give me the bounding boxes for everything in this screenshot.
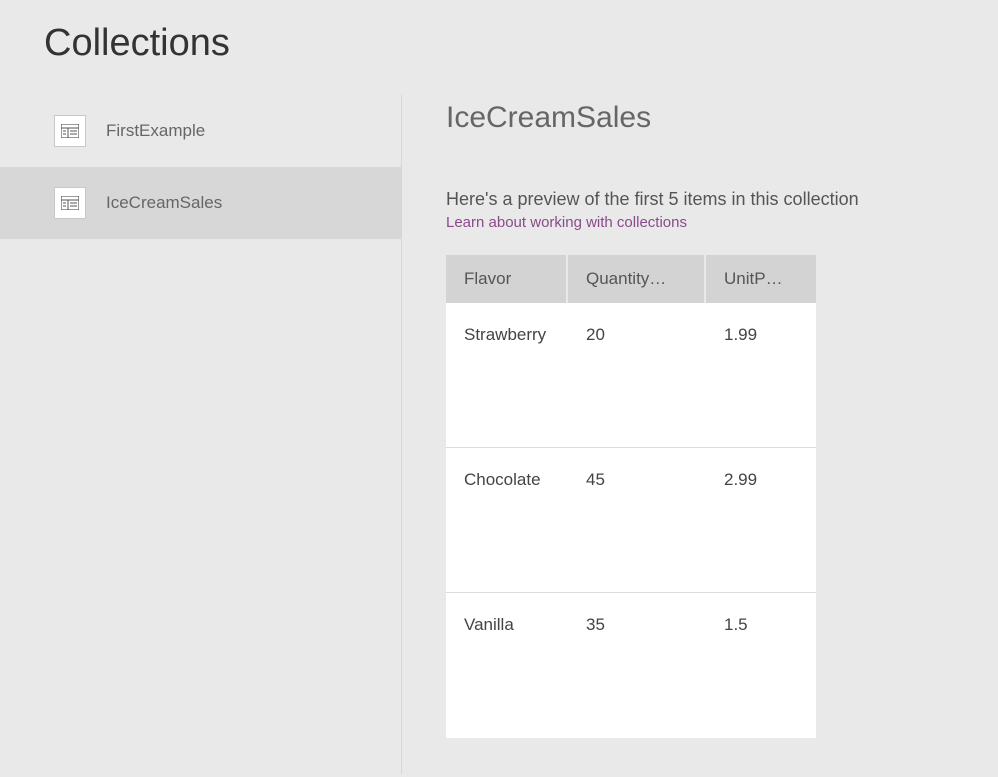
cell-quantity: 45 bbox=[568, 448, 706, 592]
table-header-quantity[interactable]: Quantity… bbox=[568, 255, 706, 303]
table-row[interactable]: Vanilla 35 1.5 bbox=[446, 593, 816, 738]
learn-collections-link[interactable]: Learn about working with collections bbox=[446, 214, 687, 231]
detail-panel: IceCreamSales Here's a preview of the fi… bbox=[402, 95, 998, 774]
collection-icon bbox=[54, 187, 86, 219]
table-header-flavor[interactable]: Flavor bbox=[446, 255, 568, 303]
page-title: Collections bbox=[0, 0, 998, 95]
collection-title: IceCreamSales bbox=[446, 101, 998, 135]
cell-flavor: Chocolate bbox=[446, 448, 568, 592]
sidebar-item-icecreamsales[interactable]: IceCreamSales bbox=[0, 167, 401, 239]
cell-unitprice: 1.5 bbox=[706, 593, 816, 738]
collections-sidebar: FirstExample IceCreamSales bbox=[0, 95, 402, 774]
table-header-unitprice[interactable]: UnitP… bbox=[706, 255, 816, 303]
cell-unitprice: 2.99 bbox=[706, 448, 816, 592]
table-row[interactable]: Chocolate 45 2.99 bbox=[446, 448, 816, 593]
cell-flavor: Vanilla bbox=[446, 593, 568, 738]
data-table: Flavor Quantity… UnitP… Strawberry 20 1.… bbox=[446, 255, 816, 738]
cell-flavor: Strawberry bbox=[446, 303, 568, 447]
sidebar-item-label: FirstExample bbox=[106, 121, 205, 141]
table-body: Strawberry 20 1.99 Chocolate 45 2.99 Van… bbox=[446, 303, 816, 738]
cell-unitprice: 1.99 bbox=[706, 303, 816, 447]
preview-description: Here's a preview of the first 5 items in… bbox=[446, 189, 998, 210]
cell-quantity: 35 bbox=[568, 593, 706, 738]
table-row[interactable]: Strawberry 20 1.99 bbox=[446, 303, 816, 448]
sidebar-item-firstexample[interactable]: FirstExample bbox=[0, 95, 401, 167]
collection-icon bbox=[54, 115, 86, 147]
sidebar-item-label: IceCreamSales bbox=[106, 193, 222, 213]
cell-quantity: 20 bbox=[568, 303, 706, 447]
content-area: FirstExample IceCreamSales IceCreamSales… bbox=[0, 95, 998, 774]
table-header-row: Flavor Quantity… UnitP… bbox=[446, 255, 816, 303]
